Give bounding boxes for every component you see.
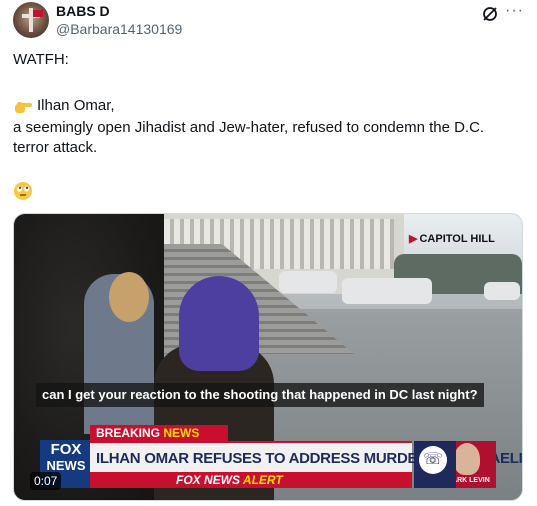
rolling-eyes-face-icon: [14, 182, 32, 200]
video-player[interactable]: ▶ CAPITOL HILL can I get your reaction to…: [13, 213, 523, 501]
person-in-hijab: [179, 276, 259, 371]
grok-icon[interactable]: [481, 5, 499, 23]
location-tag: ▶ CAPITOL HILL: [409, 233, 495, 245]
breaking-news-banner: BREAKING NEWS: [90, 425, 228, 441]
video-caption: can I get your reaction to the shooting …: [36, 383, 484, 407]
avatar-flag-shape: [33, 10, 43, 17]
fox-news-alert-bar: FOX NEWS ALERT: [90, 472, 412, 488]
tweet-text-line-4: terror attack.: [13, 139, 98, 156]
tweet-text-line-2: Ilhan Omar,: [37, 97, 115, 114]
video-timestamp: 0:07: [30, 472, 62, 490]
more-options-icon[interactable]: ···: [505, 2, 524, 20]
tweet-text-line-1: WATFH:: [13, 51, 69, 68]
host-portrait: [454, 443, 480, 475]
tweet-text-line-3: a seemingly open Jihadist and Jew-hater,…: [13, 119, 485, 136]
phone-icon: ☏: [419, 446, 447, 474]
author-handle[interactable]: @Barbara14130169: [56, 21, 182, 37]
avatar[interactable]: [13, 2, 49, 38]
author-name[interactable]: BABS D: [56, 3, 110, 19]
headline-chyron: ILHAN OMAR REFUSES TO ADDRESS MURDERS OF…: [90, 441, 522, 472]
pointing-right-hand-icon: [15, 102, 32, 113]
